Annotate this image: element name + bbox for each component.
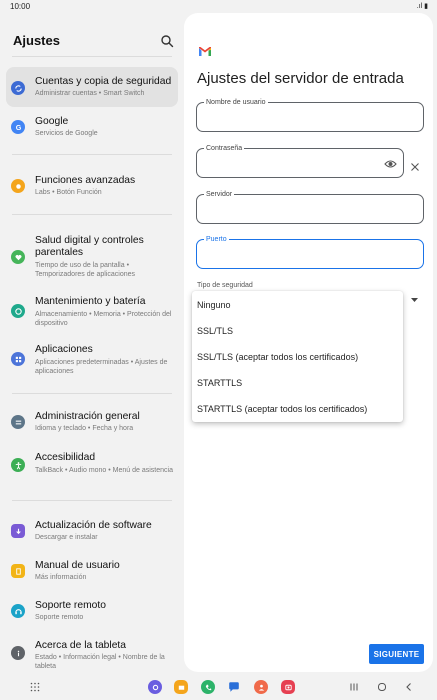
- divider: [12, 56, 172, 57]
- software-update-icon: [11, 524, 25, 538]
- menu-item-title: Mantenimiento y batería: [35, 296, 146, 307]
- about-tablet-icon: [11, 646, 25, 660]
- menu-item-title: Funciones avanzadas: [35, 175, 136, 186]
- settings-list-panel: Ajustes Cuentas y copia de seguridad Adm…: [0, 14, 184, 674]
- menu-item-title: Aplicaciones: [35, 344, 93, 355]
- menu-item-title: Accesibilidad: [35, 452, 96, 463]
- status-time: 10:00: [10, 2, 31, 11]
- settings-item-google[interactable]: G Google Servicios de Google: [6, 109, 178, 143]
- username-label: Nombre de usuario: [204, 98, 268, 107]
- menu-item-subtitle: Estado • Información legal • Nombre de l…: [35, 654, 165, 670]
- phone-icon[interactable]: [201, 680, 215, 694]
- password-label: Contraseña: [204, 144, 245, 153]
- general-management-icon: [11, 415, 25, 429]
- gmail-logo-icon: [199, 47, 211, 56]
- port-label: Puerto: [204, 235, 229, 244]
- password-field[interactable]: Contraseña: [196, 144, 404, 178]
- accessibility-icon: [11, 458, 25, 472]
- username-field[interactable]: Nombre de usuario: [196, 98, 424, 132]
- settings-item-about-tablet[interactable]: Acerca de la tableta Estado • Informació…: [6, 633, 178, 673]
- server-label: Servidor: [204, 190, 235, 199]
- device-care-icon: [11, 304, 25, 318]
- security-option-none[interactable]: Ninguno: [197, 300, 231, 310]
- divider: [12, 500, 172, 501]
- menu-item-subtitle: Más información: [35, 574, 87, 581]
- menu-item-title: Manual de usuario: [35, 560, 120, 571]
- settings-item-remote-support[interactable]: Soporte remoto Soporte remoto: [6, 593, 178, 627]
- show-password-icon[interactable]: [384, 158, 397, 170]
- contacts-icon[interactable]: [254, 680, 268, 694]
- security-type-dropdown: Ninguno SSL/TLS SSL/TLS (aceptar todos l…: [192, 291, 403, 422]
- menu-item-subtitle: Soporte remoto: [35, 614, 84, 621]
- security-option-ssl-tls[interactable]: SSL/TLS: [197, 326, 233, 336]
- menu-item-title: Cuentas y copia de seguridad: [35, 76, 172, 87]
- settings-item-general-management[interactable]: Administración general Idioma y teclado …: [6, 404, 178, 438]
- settings-item-advanced-features[interactable]: Funciones avanzadas Labs • Botón Función: [6, 168, 178, 202]
- settings-item-apps[interactable]: Aplicaciones Aplicaciones predeterminada…: [6, 337, 178, 381]
- digital-wellbeing-icon: [11, 250, 25, 264]
- menu-item-title: Actualización de software: [35, 520, 152, 531]
- security-type-label: Tipo de seguridad: [197, 282, 253, 289]
- security-option-ssl-tls-accept-all[interactable]: SSL/TLS (aceptar todos los certificados): [197, 352, 358, 362]
- user-manual-icon: [11, 564, 25, 578]
- settings-item-accessibility[interactable]: Accesibilidad TalkBack • Audio mono • Me…: [6, 445, 178, 489]
- divider: [12, 154, 172, 155]
- menu-item-subtitle: Almacenamiento • Memoria • Protección de…: [35, 311, 172, 327]
- remote-support-icon: [11, 604, 25, 618]
- settings-item-accounts-backup[interactable]: Cuentas y copia de seguridad Administrar…: [6, 67, 178, 107]
- sync-icon: [11, 81, 25, 95]
- page-title: Ajustes del servidor de entrada: [197, 70, 404, 87]
- menu-item-title: Acerca de la tableta: [35, 640, 127, 651]
- menu-item-subtitle: Servicios de Google: [35, 130, 98, 137]
- settings-item-device-care[interactable]: Mantenimiento y batería Almacenamiento •…: [6, 289, 178, 333]
- navigation-bar: [0, 674, 437, 700]
- back-icon[interactable]: [404, 682, 414, 692]
- app-drawer-icon[interactable]: [30, 682, 40, 692]
- menu-item-title: Salud digital y controles parentales: [35, 235, 144, 258]
- settings-item-user-manual[interactable]: Manual de usuario Más información: [6, 553, 178, 587]
- divider: [12, 393, 172, 394]
- advanced-features-icon: [11, 179, 25, 193]
- next-button[interactable]: SIGUIENTE: [369, 644, 424, 664]
- server-field[interactable]: Servidor: [196, 190, 424, 224]
- screen-recorder-icon[interactable]: [281, 680, 295, 694]
- signal-battery-icon: .ıl ▮: [416, 3, 428, 10]
- bixby-icon[interactable]: [148, 680, 162, 694]
- divider: [12, 214, 172, 215]
- status-bar: 10:00 .ıl ▮: [0, 0, 437, 14]
- menu-item-subtitle: TalkBack • Audio mono • Menú de asistenc…: [35, 467, 173, 474]
- menu-item-title: Google: [35, 116, 69, 127]
- security-option-starttls[interactable]: STARTTLS: [197, 378, 242, 388]
- menu-item-subtitle: Labs • Botón Función: [35, 189, 102, 196]
- menu-item-title: Soporte remoto: [35, 600, 106, 611]
- messages-icon[interactable]: [227, 680, 241, 694]
- my-files-icon[interactable]: [174, 680, 188, 694]
- page-title: Ajustes: [13, 33, 60, 48]
- settings-item-digital-wellbeing[interactable]: Salud digital y controles parentales Tie…: [6, 228, 178, 284]
- port-field[interactable]: Puerto: [196, 235, 424, 269]
- search-icon[interactable]: [160, 34, 174, 48]
- menu-item-subtitle: Idioma y teclado • Fecha y hora: [35, 425, 134, 432]
- security-option-starttls-accept-all[interactable]: STARTTLS (aceptar todos los certificados…: [197, 404, 367, 414]
- menu-item-title: Administración general: [35, 411, 140, 422]
- svg-text:G: G: [15, 123, 21, 132]
- settings-item-software-update[interactable]: Actualización de software Descargar e in…: [6, 513, 178, 547]
- menu-item-subtitle: Aplicaciones predeterminadas • Ajustes d…: [35, 359, 168, 375]
- apps-icon: [11, 352, 25, 366]
- chevron-down-icon[interactable]: [411, 298, 418, 303]
- menu-item-subtitle: Tiempo de uso de la pantalla • Temporiza…: [35, 262, 135, 278]
- clear-icon[interactable]: [410, 162, 420, 172]
- menu-item-subtitle: Administrar cuentas • Smart Switch: [35, 90, 145, 97]
- google-icon: G: [11, 120, 25, 134]
- menu-item-subtitle: Descargar e instalar: [35, 534, 98, 541]
- recent-apps-icon[interactable]: [349, 682, 359, 692]
- home-icon[interactable]: [377, 682, 387, 692]
